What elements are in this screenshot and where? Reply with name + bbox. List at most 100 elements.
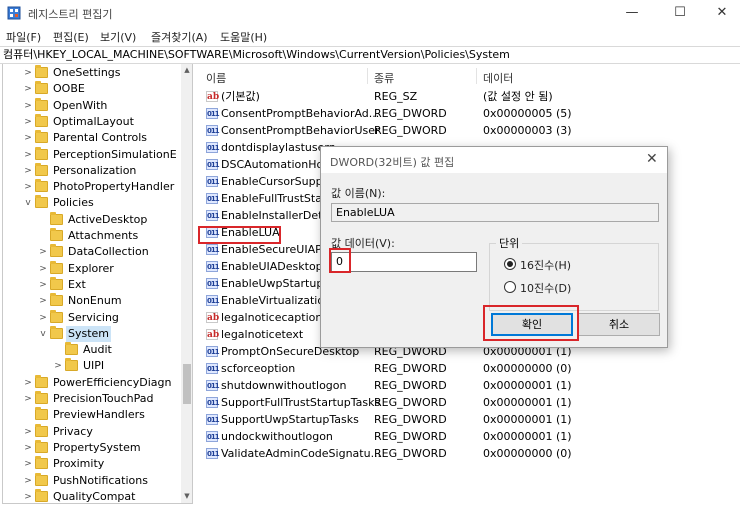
chevron-right-icon[interactable] [38, 228, 48, 244]
tree-item[interactable]: Attachments [3, 228, 179, 244]
value-data: 0x00000001 (1) [483, 396, 572, 409]
value-row[interactable]: 011 SupportFullTrustStartupTasks REG_DWORD… [197, 394, 740, 411]
chevron-right-icon[interactable] [53, 342, 63, 358]
cancel-button[interactable]: 취소 [578, 313, 660, 336]
dec-radio-label[interactable]: 10진수(D) [520, 280, 571, 296]
tree-item[interactable]: > Servicing [3, 309, 179, 326]
chevron-right-icon[interactable] [38, 212, 48, 228]
tree-item[interactable]: v System [3, 325, 179, 342]
tree-item[interactable]: > Ext [3, 276, 179, 293]
address-bar[interactable]: 컴퓨터\HKEY_LOCAL_MACHINE\SOFTWARE\Microsof… [0, 46, 740, 64]
chevron-right-icon[interactable]: > [38, 293, 48, 309]
value-name: legalnoticecaption [221, 311, 323, 324]
tree-item-label: Privacy [53, 424, 93, 438]
tree-item[interactable]: Audit [3, 342, 179, 358]
scroll-down-arrow-icon[interactable]: ▼ [181, 492, 192, 500]
hex-radio-label[interactable]: 16진수(H) [520, 257, 571, 273]
tree-item[interactable]: v Policies [3, 195, 179, 211]
chevron-right-icon[interactable]: > [23, 424, 33, 440]
minimize-button[interactable]: — [612, 2, 652, 24]
folder-icon [35, 488, 48, 502]
chevron-right-icon[interactable]: > [38, 244, 48, 260]
dec-radio[interactable] [504, 281, 516, 293]
tree-item[interactable]: > OptimalLayout [3, 113, 179, 130]
column-header-type[interactable]: 종류 [374, 70, 394, 86]
value-row[interactable]: 011 scforceoption REG_DWORD 0x00000000 (0) [197, 360, 740, 377]
chevron-right-icon[interactable]: > [23, 98, 33, 114]
column-header-data[interactable]: 데이터 [483, 70, 513, 86]
tree-item[interactable]: PreviewHandlers [3, 407, 179, 423]
chevron-right-icon[interactable]: > [38, 310, 48, 326]
chevron-right-icon[interactable]: > [23, 391, 33, 407]
hex-radio[interactable] [504, 258, 516, 270]
chevron-right-icon[interactable]: > [23, 489, 33, 503]
menu-view[interactable]: 보기(V) [100, 29, 136, 45]
value-row[interactable]: 011 ConsentPromptBehaviorUser REG_DWORD 0x0… [197, 122, 740, 139]
value-row[interactable]: 011 SupportUwpStartupTasks REG_DWORD 0x0000… [197, 411, 740, 428]
binary-value-icon: 011 [206, 193, 220, 204]
column-divider[interactable] [367, 68, 368, 84]
tree-item[interactable]: > Explorer [3, 260, 179, 277]
chevron-right-icon[interactable]: > [23, 473, 33, 489]
tree-item[interactable]: > PropertySystem [3, 439, 179, 456]
tree-item[interactable]: > PerceptionSimulationE [3, 146, 179, 163]
chevron-down-icon[interactable]: v [23, 195, 33, 211]
chevron-right-icon[interactable]: > [23, 114, 33, 130]
chevron-right-icon[interactable]: > [23, 65, 33, 81]
menu-help[interactable]: 도움말(H) [220, 29, 267, 45]
scroll-up-arrow-icon[interactable]: ▲ [181, 66, 192, 74]
tree-item[interactable]: > PushNotifications [3, 472, 179, 489]
tree-item[interactable]: > PhotoPropertyHandler [3, 179, 179, 195]
chevron-right-icon[interactable]: > [23, 179, 33, 195]
tree-item[interactable]: > PowerEfficiencyDiagn [3, 374, 179, 391]
tree-item[interactable]: > OneSettings [3, 65, 179, 81]
value-data-input[interactable]: 0 [331, 252, 477, 272]
value-row[interactable]: 011 ValidateAdminCodeSignatu... REG_DWORD 0… [197, 445, 740, 462]
chevron-right-icon[interactable]: > [23, 375, 33, 391]
tree-item[interactable]: > Proximity [3, 456, 179, 472]
key-tree[interactable]: > OneSettings > OOBE > OpenWith > OptimalLayout… [2, 64, 193, 504]
menu-edit[interactable]: 편집(E) [53, 29, 89, 45]
tree-item[interactable]: > PrecisionTouchPad [3, 391, 179, 407]
chevron-right-icon[interactable]: > [53, 358, 63, 374]
scrollbar-thumb[interactable] [183, 364, 191, 404]
value-name: ValidateAdminCodeSignatu... [221, 447, 382, 460]
tree-item[interactable]: ActiveDesktop [3, 211, 179, 228]
maximize-button[interactable]: ☐ [660, 2, 700, 24]
chevron-right-icon[interactable]: > [23, 440, 33, 456]
value-row[interactable]: ab (기본값) REG_SZ (값 설정 안 됨) [197, 88, 740, 105]
folder-icon [35, 65, 48, 78]
chevron-right-icon[interactable]: > [38, 277, 48, 293]
menu-favorites[interactable]: 즐겨찾기(A) [151, 29, 208, 45]
folder-icon [35, 130, 48, 144]
chevron-right-icon[interactable] [23, 407, 33, 423]
chevron-right-icon[interactable]: > [23, 456, 33, 472]
chevron-right-icon[interactable]: > [38, 261, 48, 277]
tree-item[interactable]: > Parental Controls [3, 130, 179, 146]
value-row[interactable]: 011 ConsentPromptBehaviorAd... REG_DWORD 0x… [197, 105, 740, 122]
chevron-right-icon[interactable]: > [23, 163, 33, 179]
tree-item[interactable]: > DataCollection [3, 244, 179, 260]
chevron-down-icon[interactable]: v [38, 326, 48, 342]
tree-item[interactable]: > OpenWith [3, 97, 179, 114]
close-button[interactable]: ✕ [702, 2, 740, 24]
chevron-right-icon[interactable]: > [23, 130, 33, 146]
chevron-right-icon[interactable]: > [23, 147, 33, 163]
tree-item[interactable]: > Personalization [3, 162, 179, 179]
folder-icon [65, 358, 78, 372]
tree-item[interactable]: > OOBE [3, 81, 179, 97]
column-header-name[interactable]: 이름 [206, 70, 226, 86]
tree-item[interactable]: > QualityCompat [3, 488, 179, 503]
dialog-close-icon[interactable]: ✕ [646, 151, 658, 167]
value-type: REG_DWORD [374, 430, 447, 443]
value-row[interactable]: 011 undockwithoutlogon REG_DWORD 0x00000001… [197, 428, 740, 445]
column-divider[interactable] [476, 68, 477, 84]
menu-file[interactable]: 파일(F) [6, 29, 41, 45]
value-row[interactable]: 011 shutdownwithoutlogon REG_DWORD 0x000000… [197, 377, 740, 394]
tree-item[interactable]: > UIPI [3, 358, 179, 374]
tree-scrollbar[interactable]: ▲ ▼ [181, 64, 192, 503]
tree-item[interactable]: > Privacy [3, 423, 179, 440]
tree-item[interactable]: > NonEnum [3, 293, 179, 309]
chevron-right-icon[interactable]: > [23, 81, 33, 97]
binary-value-icon: 011 [206, 142, 220, 153]
